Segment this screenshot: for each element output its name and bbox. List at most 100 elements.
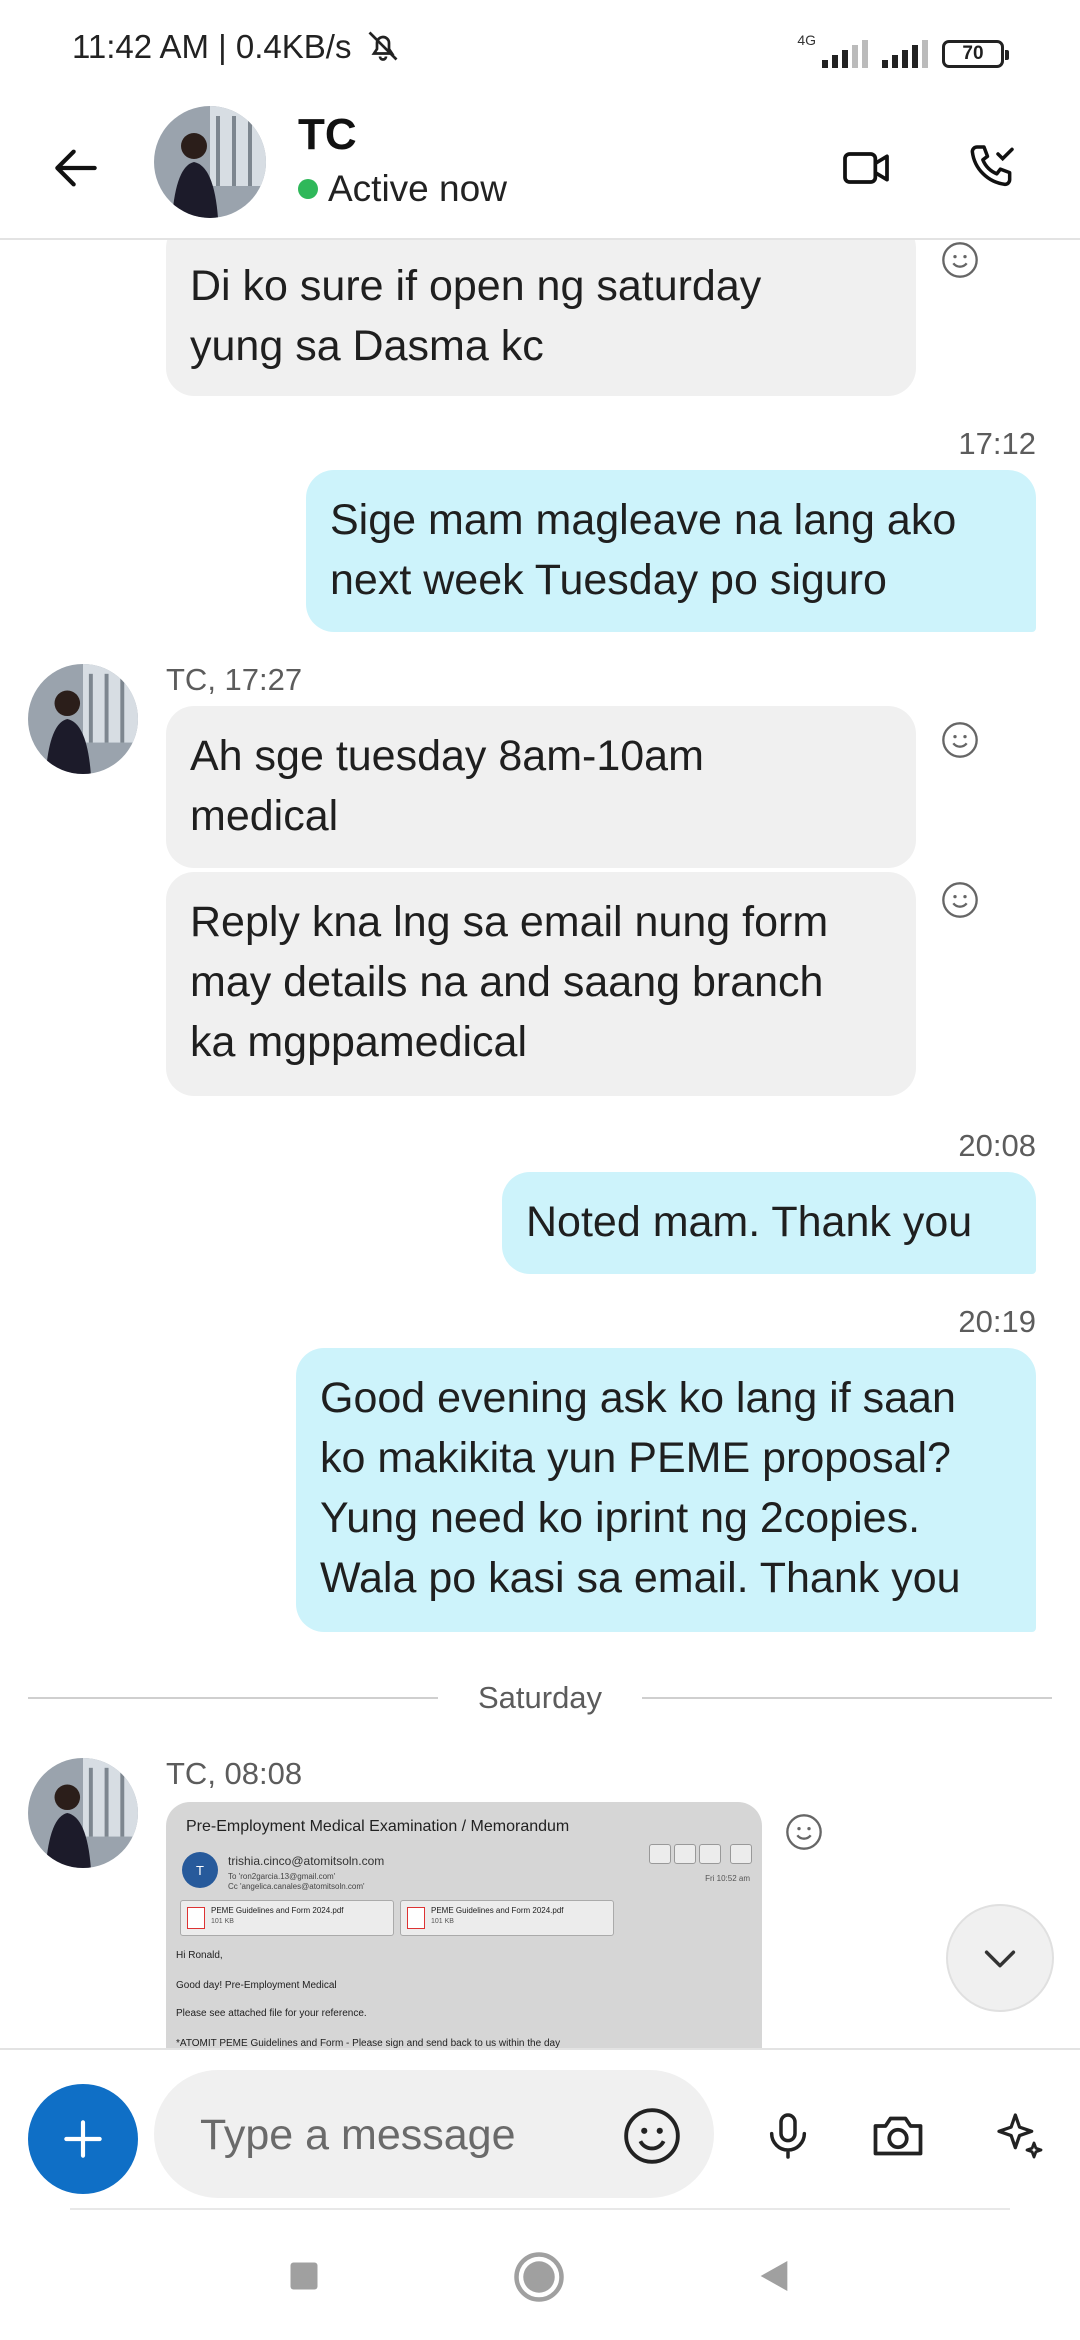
back-arrow-icon	[55, 149, 97, 187]
status-icons: 4G 70	[797, 28, 1009, 68]
emoji-icon	[624, 2108, 680, 2164]
signal-icon	[822, 38, 868, 68]
signal-icon	[882, 38, 928, 68]
message-line: Noted mam. Thank you	[526, 1198, 973, 1246]
email-body-line: Good day! Pre-Employment Medical	[176, 1980, 337, 1991]
emoji-button[interactable]	[616, 2100, 688, 2172]
status-time-speed: 11:42 AM | 0.4KB/s	[72, 28, 401, 66]
outgoing-message[interactable]: Sige mam magleave na lang ako next week …	[306, 470, 1036, 632]
contact-photo	[28, 1758, 138, 1868]
image-attachment[interactable]: Pre-Employment Medical Examination / Mem…	[166, 1802, 762, 2048]
video-call-button[interactable]	[830, 132, 902, 204]
video-call-icon	[843, 152, 889, 184]
day-separator: Saturday	[28, 1678, 1053, 1718]
home-button[interactable]	[512, 2250, 566, 2304]
email-avatar: T	[182, 1852, 218, 1888]
reply-icon	[649, 1844, 671, 1864]
recents-icon	[290, 2262, 318, 2290]
avatar[interactable]	[28, 1758, 138, 1868]
audio-call-icon	[970, 145, 1014, 187]
recents-button[interactable]	[284, 2256, 324, 2296]
incoming-message[interactable]: Ah sge tuesday 8am-10am medical	[166, 706, 916, 868]
react-emoji-icon[interactable]	[940, 720, 980, 760]
divider	[642, 1697, 1053, 1699]
system-back-button[interactable]	[752, 2254, 796, 2298]
message-line: Di ko sure if open ng saturday	[190, 262, 762, 310]
message-input[interactable]	[198, 2100, 582, 2170]
message-timestamp: 17:12	[958, 426, 1036, 461]
avatar[interactable]	[28, 664, 138, 774]
message-line: ko makikita yun PEME proposal?	[320, 1434, 951, 1482]
add-content-button[interactable]	[28, 2084, 138, 2194]
pdf-icon	[407, 1907, 425, 1929]
back-triangle-icon	[760, 2261, 788, 2291]
active-dot-icon	[298, 179, 318, 199]
camera-icon	[873, 2116, 923, 2156]
battery-level: 70	[962, 43, 984, 64]
message-line: Reply kna lng sa email nung form	[190, 898, 829, 946]
message-line: ka mgppamedical	[190, 1018, 528, 1066]
sender-label: TC, 17:27	[166, 662, 303, 697]
email-time: Fri 10:52 am	[705, 1874, 750, 1883]
voice-message-button[interactable]	[752, 2100, 824, 2172]
presence-status: Active now	[298, 168, 507, 210]
camera-button[interactable]	[862, 2100, 934, 2172]
system-nav-bar	[0, 2210, 1080, 2340]
message-line: Good evening ask ko lang if saan	[320, 1374, 956, 1422]
back-button[interactable]	[40, 132, 112, 204]
contact-photo	[154, 106, 266, 218]
message-timestamp: 20:19	[958, 1304, 1036, 1339]
message-line: may details na and saang branch	[190, 958, 824, 1006]
presence-text: Active now	[328, 168, 507, 209]
email-actions	[649, 1844, 752, 1864]
status-bar: 11:42 AM | 0.4KB/s 4G 70	[0, 0, 1080, 96]
email-body-line: Hi Ronald,	[176, 1950, 223, 1961]
message-line: yung sa Dasma kc	[190, 322, 544, 370]
attachment-name: PEME Guidelines and Form 2024.pdf	[211, 1906, 344, 1915]
email-to: To 'ron2garcia.13@gmail.com'	[228, 1872, 336, 1881]
more-icon	[730, 1844, 752, 1864]
incoming-message[interactable]: Reply kna lng sa email nung form may det…	[166, 872, 916, 1096]
incoming-message[interactable]: Di ko sure if open ng saturday yung sa D…	[166, 240, 916, 396]
outgoing-message[interactable]: Good evening ask ko lang if saan ko maki…	[296, 1348, 1036, 1632]
forward-icon	[699, 1844, 721, 1864]
pdf-icon	[187, 1907, 205, 1929]
email-subject: Pre-Employment Medical Examination / Mem…	[186, 1818, 570, 1835]
outgoing-message[interactable]: Noted mam. Thank you	[502, 1172, 1036, 1274]
message-line: next week Tuesday po siguro	[330, 556, 887, 604]
ai-sparkle-icon	[997, 2113, 1043, 2159]
message-timestamp: 20:08	[958, 1128, 1036, 1163]
plus-icon	[64, 2120, 102, 2158]
message-line: medical	[190, 792, 339, 840]
email-body-line: Please see attached file for your refere…	[176, 2008, 367, 2019]
contact-name[interactable]: TC	[298, 110, 357, 160]
react-emoji-icon[interactable]	[940, 880, 980, 920]
email-attachment: PEME Guidelines and Form 2024.pdf 101 KB	[400, 1900, 614, 1936]
chat-header: TC Active now	[0, 96, 1080, 240]
day-separator-label: Saturday	[477, 1680, 603, 1715]
email-from: trishia.cinco@atomitsoln.com	[228, 1854, 385, 1868]
contact-photo	[28, 664, 138, 774]
audio-call-button[interactable]	[955, 132, 1027, 204]
ai-compose-button[interactable]	[984, 2100, 1056, 2172]
react-emoji-icon[interactable]	[940, 240, 980, 280]
attachment-name: PEME Guidelines and Form 2024.pdf	[431, 1906, 564, 1915]
email-cc: Cc 'angelica.canales@atomitsoln.com'	[228, 1882, 365, 1891]
avatar[interactable]	[154, 106, 266, 218]
message-line: Sige mam magleave na lang ako	[330, 496, 957, 544]
message-line: Yung need ko iprint ng 2copies.	[320, 1494, 921, 1542]
email-body-line: *ATOMIT PEME Guidelines and Form - Pleas…	[176, 2038, 561, 2048]
scroll-to-bottom-button[interactable]	[946, 1904, 1054, 2012]
attachment-size: 101 KB	[431, 1918, 454, 1925]
react-emoji-icon[interactable]	[784, 1812, 824, 1852]
chevron-down-icon	[984, 1950, 1016, 1968]
divider	[28, 1697, 438, 1699]
network-tag: 4G	[797, 32, 816, 48]
email-attachment: PEME Guidelines and Form 2024.pdf 101 KB	[180, 1900, 394, 1936]
battery-icon: 70	[942, 40, 1009, 68]
message-composer	[0, 2048, 1080, 2208]
microphone-icon	[769, 2113, 807, 2159]
sender-label: TC, 08:08	[166, 1756, 303, 1791]
home-icon	[514, 2252, 564, 2302]
message-list[interactable]: Di ko sure if open ng saturday yung sa D…	[0, 240, 1080, 2048]
